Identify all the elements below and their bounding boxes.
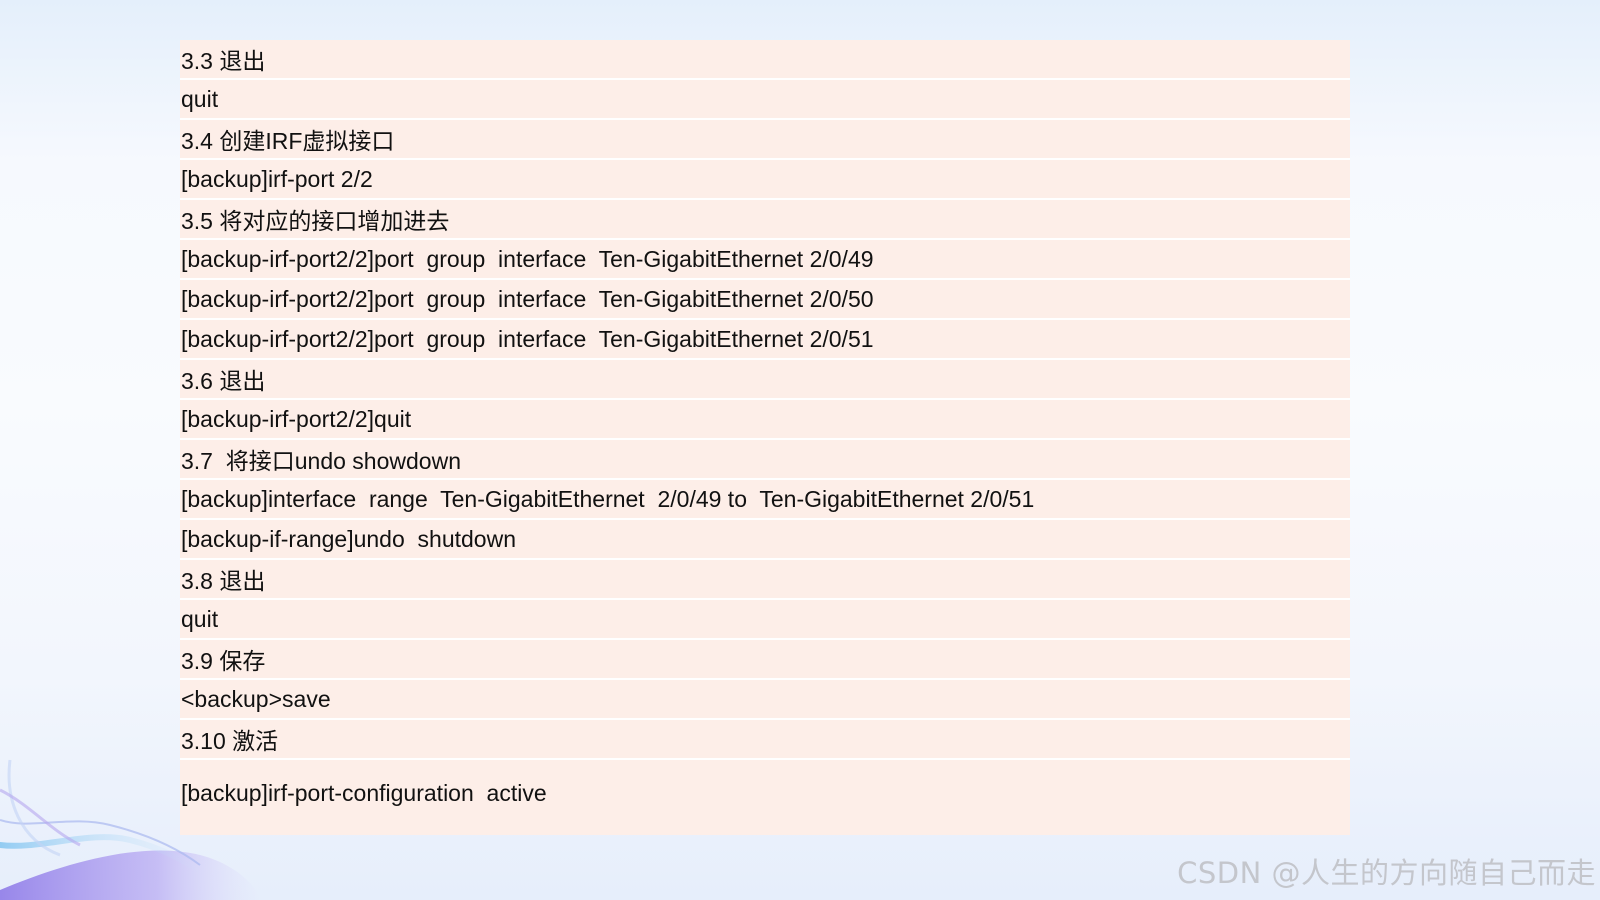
csdn-watermark: CSDN @人生的方向随自己而走 xyxy=(1177,856,1596,890)
command-line: [backup-irf-port2/2]port group interface… xyxy=(180,320,1350,360)
step-3-8-heading: 3.8 退出 xyxy=(180,560,1350,600)
command-line: <backup>save xyxy=(180,680,1350,720)
step-3-6-heading: 3.6 退出 xyxy=(180,360,1350,400)
command-table: 3.3 退出 quit 3.4 创建IRF虚拟接口 [backup]irf-po… xyxy=(180,40,1350,835)
command-line: [backup-irf-port2/2]quit xyxy=(180,400,1350,440)
command-line: quit xyxy=(180,80,1350,120)
command-line: [backup-irf-port2/2]port group interface… xyxy=(180,280,1350,320)
step-3-10-heading: 3.10 激活 xyxy=(180,720,1350,760)
step-3-5-heading: 3.5 将对应的接口增加进去 xyxy=(180,200,1350,240)
step-3-3-heading: 3.3 退出 xyxy=(180,40,1350,80)
command-line: [backup]irf-port-configuration active xyxy=(181,780,547,806)
command-line: [backup]interface range Ten-GigabitEther… xyxy=(180,480,1350,520)
step-3-9-heading: 3.9 保存 xyxy=(180,640,1350,680)
command-line: [backup-irf-port2/2]port group interface… xyxy=(180,240,1350,280)
step-3-4-heading: 3.4 创建IRF虚拟接口 xyxy=(180,120,1350,160)
step-3-7-heading: 3.7 将接口undo showdown xyxy=(180,440,1350,480)
command-line: [backup]irf-port 2/2 xyxy=(180,160,1350,200)
command-line: [backup-if-range]undo shutdown xyxy=(180,520,1350,560)
command-line: quit xyxy=(180,600,1350,640)
